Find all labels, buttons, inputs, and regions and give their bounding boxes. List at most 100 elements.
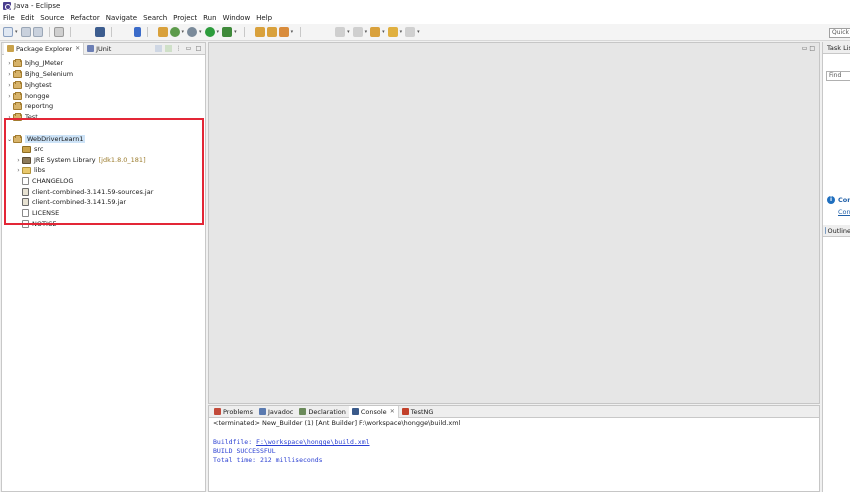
menu-bar: File Edit Source Refactor Navigate Searc…: [0, 12, 850, 24]
expand-icon[interactable]: ›: [6, 93, 13, 100]
tab-junit[interactable]: JUnit: [84, 43, 114, 55]
menu-refactor[interactable]: Refactor: [70, 14, 99, 22]
title-bar: Java - Eclipse: [0, 0, 850, 12]
print-icon[interactable]: [53, 27, 64, 37]
tree-item-label: bjhg_JMeter: [25, 59, 64, 67]
menu-run[interactable]: Run: [203, 14, 216, 22]
minimize-icon[interactable]: ▭: [802, 45, 808, 52]
declaration-icon: [299, 408, 307, 415]
toolbar-separator: [146, 27, 148, 37]
console-line: BUILD SUCCESSFUL: [213, 447, 819, 456]
collapse-all-icon[interactable]: [155, 45, 162, 52]
tab-package-explorer-label: Package Explorer: [16, 44, 73, 53]
toolbar-separator: [110, 27, 112, 37]
console-line-text: Buildfile:: [213, 438, 257, 446]
run-icon[interactable]: [204, 27, 215, 37]
editor-area[interactable]: ▭ □: [208, 42, 820, 404]
console-icon: [351, 408, 359, 415]
previous-annotation-dropdown-icon[interactable]: ▾: [365, 29, 368, 35]
menu-navigate[interactable]: Navigate: [106, 14, 137, 22]
tab-declaration[interactable]: Declaration: [296, 406, 348, 418]
menu-search[interactable]: Search: [143, 14, 167, 22]
eclipse-app-icon: [3, 2, 11, 10]
toolbar-separator: [48, 27, 50, 37]
tab-task-list[interactable]: Task List: [823, 42, 850, 54]
new-dropdown-icon[interactable]: ▾: [15, 29, 18, 35]
maximize-icon[interactable]: □: [195, 45, 202, 52]
tab-console-label: Console: [360, 407, 387, 416]
next-annotation-dropdown-icon[interactable]: ▾: [347, 29, 350, 35]
menu-edit[interactable]: Edit: [21, 14, 35, 22]
run-dropdown-icon[interactable]: ▾: [217, 29, 220, 35]
tab-outline[interactable]: Outline: [823, 225, 850, 237]
external-tools-dropdown-icon[interactable]: ▾: [234, 29, 237, 35]
buildfile-link[interactable]: F:\workspace\hongge\build.xml: [256, 438, 370, 446]
console-output[interactable]: Buildfile: F:\workspace\hongge\build.xml…: [209, 438, 819, 465]
debug-dropdown-icon[interactable]: ▾: [199, 29, 202, 35]
save-all-icon[interactable]: [32, 27, 43, 37]
testng-dropdown-icon[interactable]: ▾: [182, 29, 185, 35]
forward-dropdown-icon[interactable]: ▾: [417, 29, 420, 35]
menu-project[interactable]: Project: [173, 14, 197, 22]
expand-icon[interactable]: ›: [6, 60, 13, 67]
tree-item-reportng[interactable]: reportng: [6, 101, 53, 111]
tab-javadoc[interactable]: Javadoc: [256, 406, 296, 418]
link-with-editor-icon[interactable]: [165, 45, 172, 52]
forward-icon[interactable]: [405, 27, 416, 37]
search-dropdown-icon[interactable]: ▾: [291, 29, 294, 35]
next-annotation-icon[interactable]: [335, 27, 346, 37]
new-icon[interactable]: [3, 27, 13, 37]
open-task-icon[interactable]: [266, 27, 277, 37]
window-title: Java - Eclipse: [14, 2, 61, 10]
minimize-icon[interactable]: ▭: [185, 45, 192, 52]
expand-icon[interactable]: ›: [6, 82, 13, 89]
package-explorer-tabbar: Package Explorer ✕ JUnit ⋮ ▭ □: [2, 42, 205, 55]
terminal-icon[interactable]: [94, 27, 105, 37]
project-folder-icon: [13, 101, 22, 110]
tab-outline-label: Outline: [827, 226, 850, 235]
testng-icon: [401, 408, 409, 415]
back-icon[interactable]: [387, 27, 398, 37]
tree-item-label: Bjhg_Selenium: [25, 70, 74, 78]
console-status: <terminated> New_Builder (1) [Ant Builde…: [213, 419, 461, 427]
find-input[interactable]: Find: [826, 71, 850, 81]
quick-access-input[interactable]: Quick Access: [829, 28, 850, 38]
expand-icon[interactable]: ›: [6, 71, 13, 78]
problems-icon: [214, 408, 221, 415]
close-icon[interactable]: ✕: [390, 408, 395, 415]
tree-item-hongge[interactable]: › hongge: [6, 91, 49, 101]
bottom-tabbar: Problems Javadoc Declaration Console ✕ T…: [209, 405, 819, 418]
external-tools-icon[interactable]: [222, 27, 233, 37]
toolbar-separator: [243, 27, 245, 37]
previous-annotation-icon[interactable]: [352, 27, 363, 37]
menu-file[interactable]: File: [3, 14, 15, 22]
save-icon[interactable]: [20, 27, 31, 37]
menu-help[interactable]: Help: [256, 14, 272, 22]
tab-testng[interactable]: TestNG: [399, 406, 437, 418]
testng-run-icon[interactable]: [169, 27, 180, 37]
back-dropdown-icon[interactable]: ▾: [382, 29, 385, 35]
package-explorer-icon: [7, 45, 14, 52]
pointer-icon[interactable]: [133, 27, 141, 37]
console-line-text: Total time: 212 milliseconds: [213, 456, 323, 464]
skip-breakpoints-icon[interactable]: [157, 27, 168, 37]
menu-window[interactable]: Window: [223, 14, 251, 22]
tab-package-explorer[interactable]: Package Explorer ✕: [4, 42, 85, 55]
tree-item-bjhg-selenium[interactable]: › Bjhg_Selenium: [6, 69, 73, 79]
last-edit-location-icon[interactable]: [370, 27, 381, 37]
search-icon[interactable]: [278, 27, 289, 37]
tab-problems[interactable]: Problems: [211, 406, 256, 418]
junit-icon: [87, 45, 95, 52]
connect-link[interactable]: Connect: [838, 208, 850, 216]
debug-icon[interactable]: [187, 27, 198, 37]
back-dropdown-icon-2[interactable]: ▾: [400, 29, 403, 35]
open-type-icon[interactable]: [254, 27, 265, 37]
menu-source[interactable]: Source: [40, 14, 64, 22]
view-menu-icon[interactable]: ⋮: [175, 45, 182, 52]
console-line-text: BUILD SUCCESSFUL: [213, 447, 276, 455]
close-icon[interactable]: ✕: [75, 45, 80, 52]
tree-item-bjhg-jmeter[interactable]: › bjhg_JMeter: [6, 58, 63, 68]
tree-item-bjhgtest[interactable]: › bjhgtest: [6, 80, 52, 90]
maximize-icon[interactable]: □: [809, 45, 815, 52]
tab-console[interactable]: Console ✕: [348, 405, 399, 418]
